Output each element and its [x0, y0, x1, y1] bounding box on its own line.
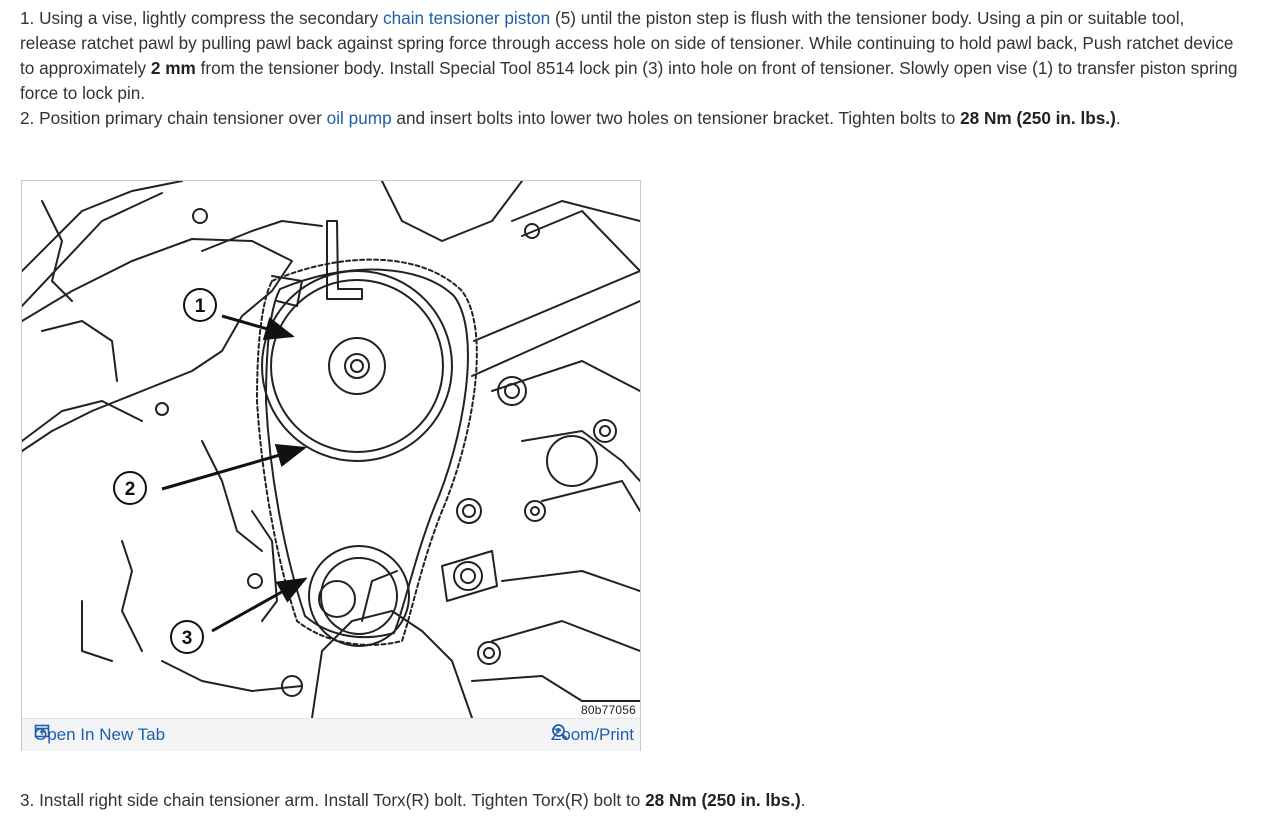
- spec-value: 2 mm: [150, 58, 196, 78]
- step-text: Install right side chain tensioner arm. …: [34, 790, 646, 810]
- svg-text:3: 3: [182, 628, 193, 649]
- step-text: from the tensioner body. Install Special…: [20, 58, 1238, 103]
- step-2: 2. Position primary chain tensioner over…: [20, 106, 1245, 131]
- open-in-new-tab-label: Open In New Tab: [34, 725, 166, 744]
- step-1: 1. Using a vise, lightly compress the se…: [20, 6, 1245, 106]
- oil-pump-link[interactable]: oil pump: [327, 108, 392, 128]
- open-external-icon: [34, 724, 50, 738]
- svg-text:2: 2: [125, 479, 136, 500]
- torque-spec: 28 Nm (250 in. lbs.): [960, 108, 1116, 128]
- torque-spec: 28 Nm (250 in. lbs.): [645, 790, 801, 810]
- figure-code: 80b77056: [581, 703, 636, 717]
- svg-text:1: 1: [195, 296, 206, 317]
- step-text: Position primary chain tensioner over: [34, 108, 327, 128]
- timing-chain-illustration: 1 2 3: [22, 181, 640, 718]
- step-3: 3. Install right side chain tensioner ar…: [20, 788, 1245, 813]
- step-text: and insert bolts into lower two holes on…: [391, 108, 961, 128]
- zoom-print-button[interactable]: Zoom/Print: [551, 723, 634, 747]
- step-text: .: [1115, 108, 1121, 128]
- callout-2: 2: [113, 471, 147, 505]
- chain-tensioner-piston-link[interactable]: chain tensioner piston: [383, 8, 550, 28]
- figure-toolbar: Open In New Tab Zoom/Print: [22, 718, 640, 751]
- callout-1: 1: [183, 288, 217, 322]
- figure-panel: 1 2 3 80b77056 Open In New Tab Zoom/Prin…: [21, 180, 641, 751]
- step-number: 2.: [20, 108, 35, 128]
- callout-3: 3: [170, 620, 204, 654]
- step-text: .: [800, 790, 806, 810]
- step-number: 3.: [20, 790, 35, 810]
- open-in-new-tab-button[interactable]: Open In New Tab: [34, 723, 165, 747]
- zoom-in-icon: [552, 724, 569, 741]
- step-number: 1.: [20, 8, 35, 28]
- step-text: Using a vise, lightly compress the secon…: [34, 8, 384, 28]
